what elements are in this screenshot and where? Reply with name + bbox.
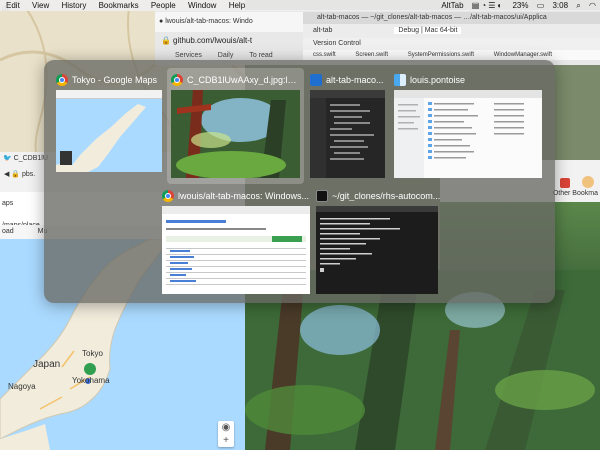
finder-icon	[394, 74, 406, 86]
battery-icon[interactable]: ▭	[537, 1, 545, 10]
map-pin	[84, 363, 96, 375]
window-preview	[162, 206, 310, 294]
battery-percent[interactable]: 23%	[512, 1, 528, 10]
menu-window[interactable]: Window	[188, 0, 216, 11]
github-url: 🔒 github.com/lwouis/alt-t	[155, 33, 305, 48]
xcode-scheme: alt-tab	[313, 27, 333, 34]
menu-bar: Edit View History Bookmarks People Windo…	[0, 0, 600, 11]
xcode-tabs: Version Control	[303, 38, 600, 50]
alt-tab-switcher: Tokyo - Google Maps C_CDB1lUwAAxy_d.jpg:…	[44, 60, 555, 303]
twitter-icon: 🐦	[3, 155, 12, 162]
xcode-title: alt-tab-macos — ~/git_clones/alt-tab-mac…	[303, 12, 600, 24]
search-icon[interactable]: ⌕	[576, 1, 580, 10]
status-icons: ▤◔☰◐	[471, 1, 505, 10]
window-thumb-github[interactable]: lwouis/alt-tab-macos: Windows...	[162, 188, 310, 296]
map-label-nagoya: Nagoya	[8, 382, 36, 391]
wifi-icon[interactable]: ◠	[589, 1, 596, 10]
map-label-japan: Japan	[33, 359, 61, 370]
chrome-icon	[56, 74, 68, 86]
menu-edit[interactable]: Edit	[6, 0, 20, 11]
window-preview	[56, 90, 162, 172]
lock-icon: 🔒	[161, 36, 171, 45]
github-icon: ●	[159, 18, 164, 25]
window-title: C_CDB1lUwAAxy_d.jpg:larg...	[187, 75, 301, 85]
active-app-label[interactable]: AltTab	[441, 1, 463, 10]
locate-icon[interactable]: ◉	[218, 421, 234, 434]
status-area: AltTab ▤◔☰◐ 23% ▭ 3:08 ⌕ ◠	[435, 0, 596, 11]
zoom-in-icon[interactable]: +	[218, 434, 234, 447]
window-thumb-finder[interactable]: louis.pontoise	[394, 72, 542, 182]
window-thumb-header: ~/git_clones/rhs-autocom...	[316, 188, 441, 204]
xcode-toolbar: alt-tab Debug | Mac 64-bit	[303, 24, 600, 38]
menu-people[interactable]: People	[151, 0, 176, 11]
window-thumb-terminal[interactable]: ~/git_clones/rhs-autocom...	[316, 188, 441, 296]
window-thumb-header: lwouis/alt-tab-macos: Windows...	[162, 188, 310, 204]
window-preview	[171, 90, 300, 178]
other-bookmarks: Other Bookma	[552, 190, 598, 197]
menu-bookmarks[interactable]: Bookmarks	[99, 0, 139, 11]
window-thumb-header: louis.pontoise	[394, 72, 542, 88]
xcode-file-tabs: css.swift Screen.swift SystemPermissions…	[303, 50, 600, 60]
window-thumb-tokyo-maps[interactable]: Tokyo - Google Maps	[56, 72, 162, 182]
xcode-target: Debug | Mac 64-bit	[394, 27, 462, 34]
back-icon: ◀	[4, 171, 10, 178]
window-thumb-xcode[interactable]: alt-tab-maco...	[310, 72, 385, 182]
extension-icon	[560, 178, 570, 188]
window-thumb-header: alt-tab-maco...	[310, 72, 385, 88]
window-thumb-image-selected[interactable]: C_CDB1lUwAAxy_d.jpg:larg...	[167, 68, 304, 184]
menu-view[interactable]: View	[32, 0, 49, 11]
window-preview	[394, 90, 542, 178]
background-url: ◀ 🔒 pbs.	[4, 171, 36, 178]
window-title: ~/git_clones/rhs-autocom...	[332, 191, 441, 201]
github-tab: ● lwouis/alt-tab-macos: Windo	[155, 12, 305, 32]
clock[interactable]: 3:08	[552, 1, 568, 10]
window-thumb-header: C_CDB1lUwAAxy_d.jpg:larg...	[171, 72, 301, 88]
menu-history[interactable]: History	[61, 0, 86, 11]
map-zoom-controls[interactable]: ◉ +	[218, 421, 234, 447]
map-label-yokohama: Yokohama	[72, 376, 110, 385]
window-preview	[316, 206, 438, 294]
window-title: louis.pontoise	[410, 75, 466, 85]
chrome-icon	[162, 190, 174, 202]
window-thumb-header: Tokyo - Google Maps	[56, 72, 162, 88]
xcode-icon	[310, 74, 322, 86]
xcode-version-control: Version Control	[313, 40, 361, 47]
chrome-icon	[171, 74, 183, 86]
menu-help[interactable]: Help	[229, 0, 245, 11]
window-preview	[310, 90, 385, 178]
terminal-icon	[316, 190, 328, 202]
window-title: lwouis/alt-tab-macos: Windows...	[178, 191, 310, 201]
lock-icon: 🔒	[11, 171, 21, 178]
map-label-tokyo: Tokyo	[82, 349, 103, 358]
avatar-icon	[582, 176, 594, 188]
window-title: Tokyo - Google Maps	[72, 75, 158, 85]
window-title: alt-tab-maco...	[326, 75, 384, 85]
